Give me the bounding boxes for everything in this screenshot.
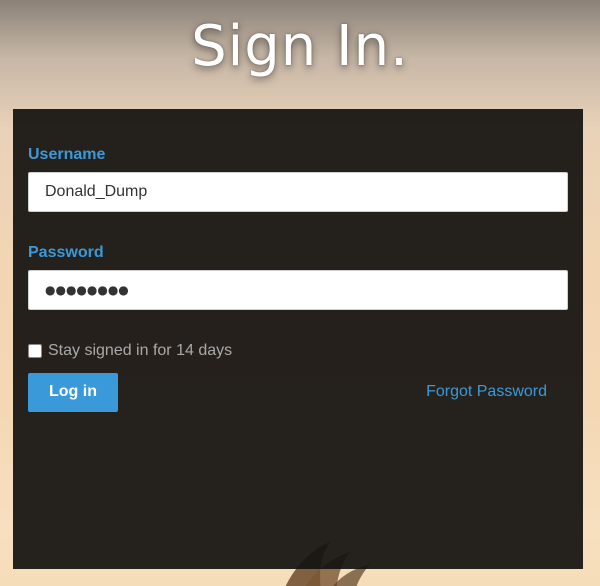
password-masked-value: ●●●●●●●●: [45, 283, 129, 297]
remember-me-label[interactable]: Stay signed in for 14 days: [48, 342, 232, 360]
password-label: Password: [28, 244, 104, 261]
remember-me-checkbox[interactable]: [28, 344, 42, 358]
password-input[interactable]: ●●●●●●●●: [28, 270, 568, 310]
username-input[interactable]: Donald_Dump: [28, 172, 568, 212]
page-title: Sign In.: [191, 14, 409, 79]
login-button[interactable]: Log in: [28, 373, 118, 412]
forgot-password-link[interactable]: Forgot Password: [426, 383, 547, 401]
login-panel: Username Donald_Dump Password ●●●●●●●● S…: [13, 109, 583, 569]
username-label: Username: [28, 146, 106, 163]
